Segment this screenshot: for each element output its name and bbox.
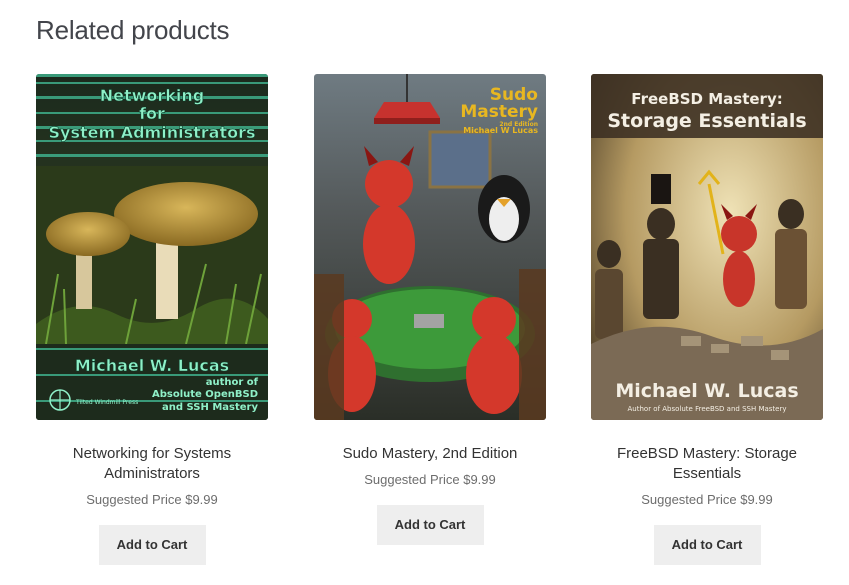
product-card: Sudo Mastery 2nd Edition Michael W Lucas… [314,74,546,545]
cover-title-line: Networking [100,86,205,105]
cover-title-line: FreeBSD Mastery: [631,90,782,108]
product-price: Suggested Price $9.99 [364,472,496,487]
product-name-link[interactable]: Sudo Mastery, 2nd Edition [314,444,546,464]
product-cover-image[interactable]: Networking for System Administrators Mic… [36,74,268,420]
product-card: FreeBSD Mastery: Storage Essentials Mich… [591,74,823,565]
cover-author: Michael W. Lucas [615,380,798,402]
add-to-cart-button[interactable]: Add to Cart [98,525,206,565]
cover-tagline: Absolute OpenBSD [152,389,258,400]
cover-title-line: System Administrators [49,123,256,142]
product-name-link[interactable]: Networking for Systems Administrators [36,444,268,484]
product-cover-image[interactable]: Sudo Mastery 2nd Edition Michael W Lucas [314,74,546,420]
cover-author: Michael W Lucas [463,126,538,135]
product-price: Suggested Price $9.99 [641,492,773,507]
cover-tagline: and SSH Mastery [162,402,258,413]
add-to-cart-button[interactable]: Add to Cart [653,525,761,565]
cover-title-line: Storage Essentials [607,110,806,132]
cover-tagline: Author of Absolute FreeBSD and SSH Maste… [628,405,787,413]
product-name-link[interactable]: FreeBSD Mastery: Storage Essentials [591,444,823,484]
cover-tagline: author of [206,377,259,388]
svg-text:Tilted Windmill Press: Tilted Windmill Press [75,399,138,406]
cover-author: Michael W. Lucas [75,356,229,375]
add-to-cart-button[interactable]: Add to Cart [376,505,484,545]
section-title: Related products [36,15,230,45]
cover-title-line: for [139,104,165,123]
product-cover-image[interactable]: FreeBSD Mastery: Storage Essentials Mich… [591,74,823,420]
product-card: Networking for System Administrators Mic… [36,74,268,565]
product-price: Suggested Price $9.99 [86,492,218,507]
cover-title-line: Mastery [460,102,538,122]
